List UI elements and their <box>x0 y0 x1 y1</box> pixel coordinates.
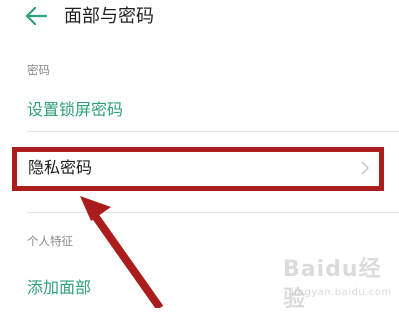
back-arrow-icon[interactable] <box>24 6 50 26</box>
private-password-label: 隐私密码 <box>28 158 93 177</box>
add-face-item[interactable]: 添加面部 <box>27 277 91 299</box>
set-lock-screen-password-item[interactable]: 设置锁屏密码 <box>27 99 123 121</box>
divider <box>27 212 399 213</box>
section-label-passwords: 密码 <box>27 63 50 77</box>
section-label-personal-features: 个人特征 <box>27 234 73 248</box>
private-password-item[interactable]: 隐私密码 <box>12 147 384 191</box>
watermark-main: Baidu经验 <box>283 257 382 312</box>
watermark: Baidu经验 jingyan.baidu.com <box>283 255 397 312</box>
divider <box>27 131 399 132</box>
watermark-sub: jingyan.baidu.com <box>291 287 392 298</box>
page-title: 面部与密码 <box>64 6 154 27</box>
chevron-right-icon <box>361 161 369 175</box>
